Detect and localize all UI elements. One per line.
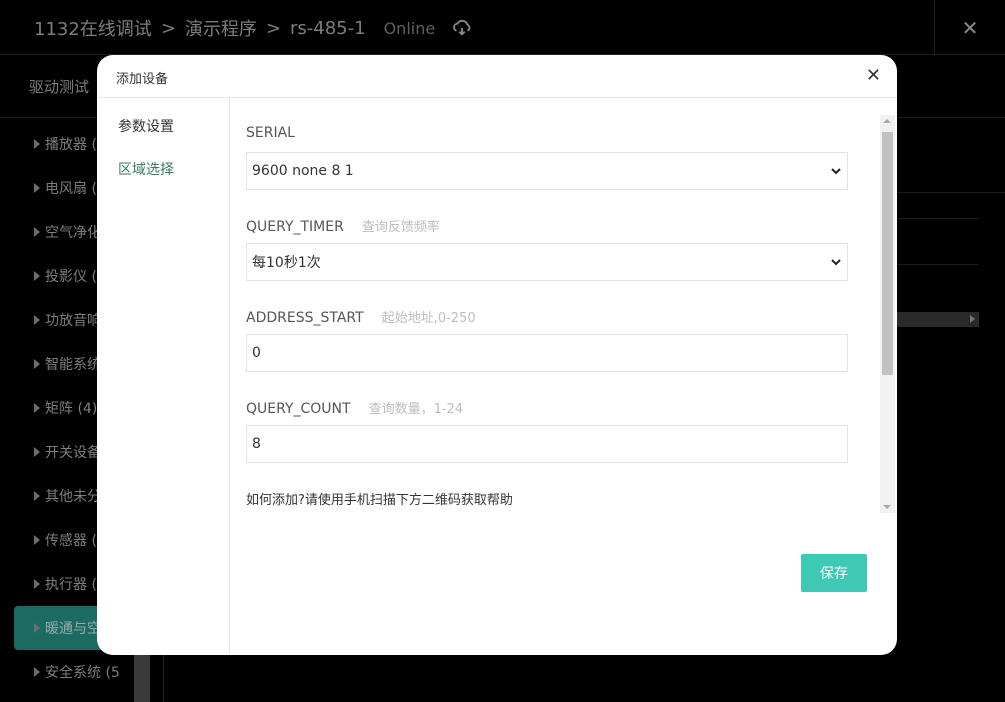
connection-status: Online [383,18,436,38]
close-icon[interactable]: ✕ [866,67,881,85]
caret-right-icon [34,623,40,633]
caret-right-icon [34,139,40,149]
divider [897,192,1005,193]
divider [897,218,979,219]
caret-right-icon [34,359,40,369]
sidebar-item-label: 矩阵 (4) [45,401,98,417]
sidebar-item-label: 暖通与空 [45,621,101,637]
caret-right-icon [34,271,40,281]
field-label-text: ADDRESS_START [246,310,364,326]
dialog-nav: 参数设置 区域选择 [97,98,230,655]
app-window: 1132在线调试 > 演示程序 > rs-485-1 Online ✕ 驱动测试… [0,0,1005,702]
field-hint: 起始地址,0-250 [381,311,476,326]
nav-params-settings[interactable]: 参数设置 [118,116,174,136]
close-icon[interactable]: ✕ [934,0,1005,55]
caret-right-icon [34,227,40,237]
address-start-input[interactable]: 0 [246,334,848,372]
add-device-dialog: 添加设备 ✕ 参数设置 区域选择 SERIAL 9600 none 8 1 QU… [97,55,897,655]
sidebar-item-label: 播放器 ( [45,137,97,153]
field-hint: 查询数量，1-24 [368,402,464,417]
caret-right-icon [34,491,40,501]
save-button[interactable]: 保存 [801,554,867,592]
cloud-sync-icon[interactable] [451,18,473,38]
scroll-up-icon[interactable] [883,119,891,123]
sidebar-item-label: 其他未分 [45,489,101,505]
scroll-down-icon[interactable] [883,505,891,509]
breadcrumb-separator: > [160,17,176,39]
caret-right-icon [34,535,40,545]
field-hint: 查询反馈频率 [361,220,440,235]
chevron-down-icon [831,259,841,266]
field-label-text: QUERY_COUNT [246,401,351,417]
top-bar: 1132在线调试 > 演示程序 > rs-485-1 Online ✕ [0,0,1005,55]
dialog-title: 添加设备 [116,72,169,87]
sidebar-item-label: 投影仪 ( [45,269,97,285]
query-timer-label: QUERY_TIMER 查询反馈频率 [246,216,440,235]
sidebar-item-label: 电风扇 ( [45,181,97,197]
caret-right-icon [34,667,40,677]
breadcrumb-item-port[interactable]: rs-485-1 [290,18,366,39]
caret-right-icon [34,315,40,325]
sidebar-item-label: 智能系统 [45,357,101,373]
sidebar-item-label: 传感器 ( [45,533,97,549]
caret-right-icon [34,579,40,589]
query-count-label: QUERY_COUNT 查询数量，1-24 [246,398,463,417]
query-count-input[interactable]: 8 [246,425,848,463]
breadcrumb-separator: > [265,17,281,39]
divider [897,264,979,265]
chevron-down-icon [831,168,841,175]
form-scrollbar[interactable] [880,115,895,513]
query-timer-select[interactable]: 每10秒1次 [246,243,848,281]
sidebar-item[interactable]: 安全系统 (5 [14,650,150,694]
address-start-label: ADDRESS_START 起始地址,0-250 [246,307,476,326]
sidebar-item-label: 执行器 ( [45,577,97,593]
breadcrumb-item-project[interactable]: 1132在线调试 [34,15,152,41]
field-label-text: QUERY_TIMER [246,219,344,235]
sidebar-item-label: 功放音响 [45,313,101,329]
page-title: 驱动测试 [29,78,90,96]
breadcrumb: 1132在线调试 > 演示程序 > rs-485-1 Online [34,15,473,41]
input-value: 0 [252,345,261,361]
sidebar-item-label: 空气净化 [45,225,101,241]
field-label-text: SERIAL [246,125,295,141]
sidebar-item-label: 开关设备 [45,445,101,461]
select-value: 9600 none 8 1 [252,163,354,179]
dialog-header: 添加设备 ✕ [97,55,897,98]
device-param-form: SERIAL 9600 none 8 1 QUERY_TIMER 查询反馈频率 每… [246,98,876,518]
nav-area-select[interactable]: 区域选择 [118,159,174,179]
scrollbar-thumb[interactable] [882,132,893,375]
sidebar-scrollbar[interactable] [134,649,150,702]
select-value: 每10秒1次 [252,255,321,271]
sidebar-item-label: 安全系统 (5 [45,665,120,681]
background-scrollbar[interactable] [897,312,979,327]
serial-label: SERIAL [246,125,295,141]
breadcrumb-item-program[interactable]: 演示程序 [185,15,257,41]
caret-right-icon [34,403,40,413]
help-text: 如何添加?请使用手机扫描下方二维码获取帮助 [246,493,513,508]
serial-select[interactable]: 9600 none 8 1 [246,152,848,190]
caret-right-icon [34,183,40,193]
input-value: 8 [252,436,261,452]
scroll-right-icon [970,315,975,323]
caret-right-icon [34,447,40,457]
